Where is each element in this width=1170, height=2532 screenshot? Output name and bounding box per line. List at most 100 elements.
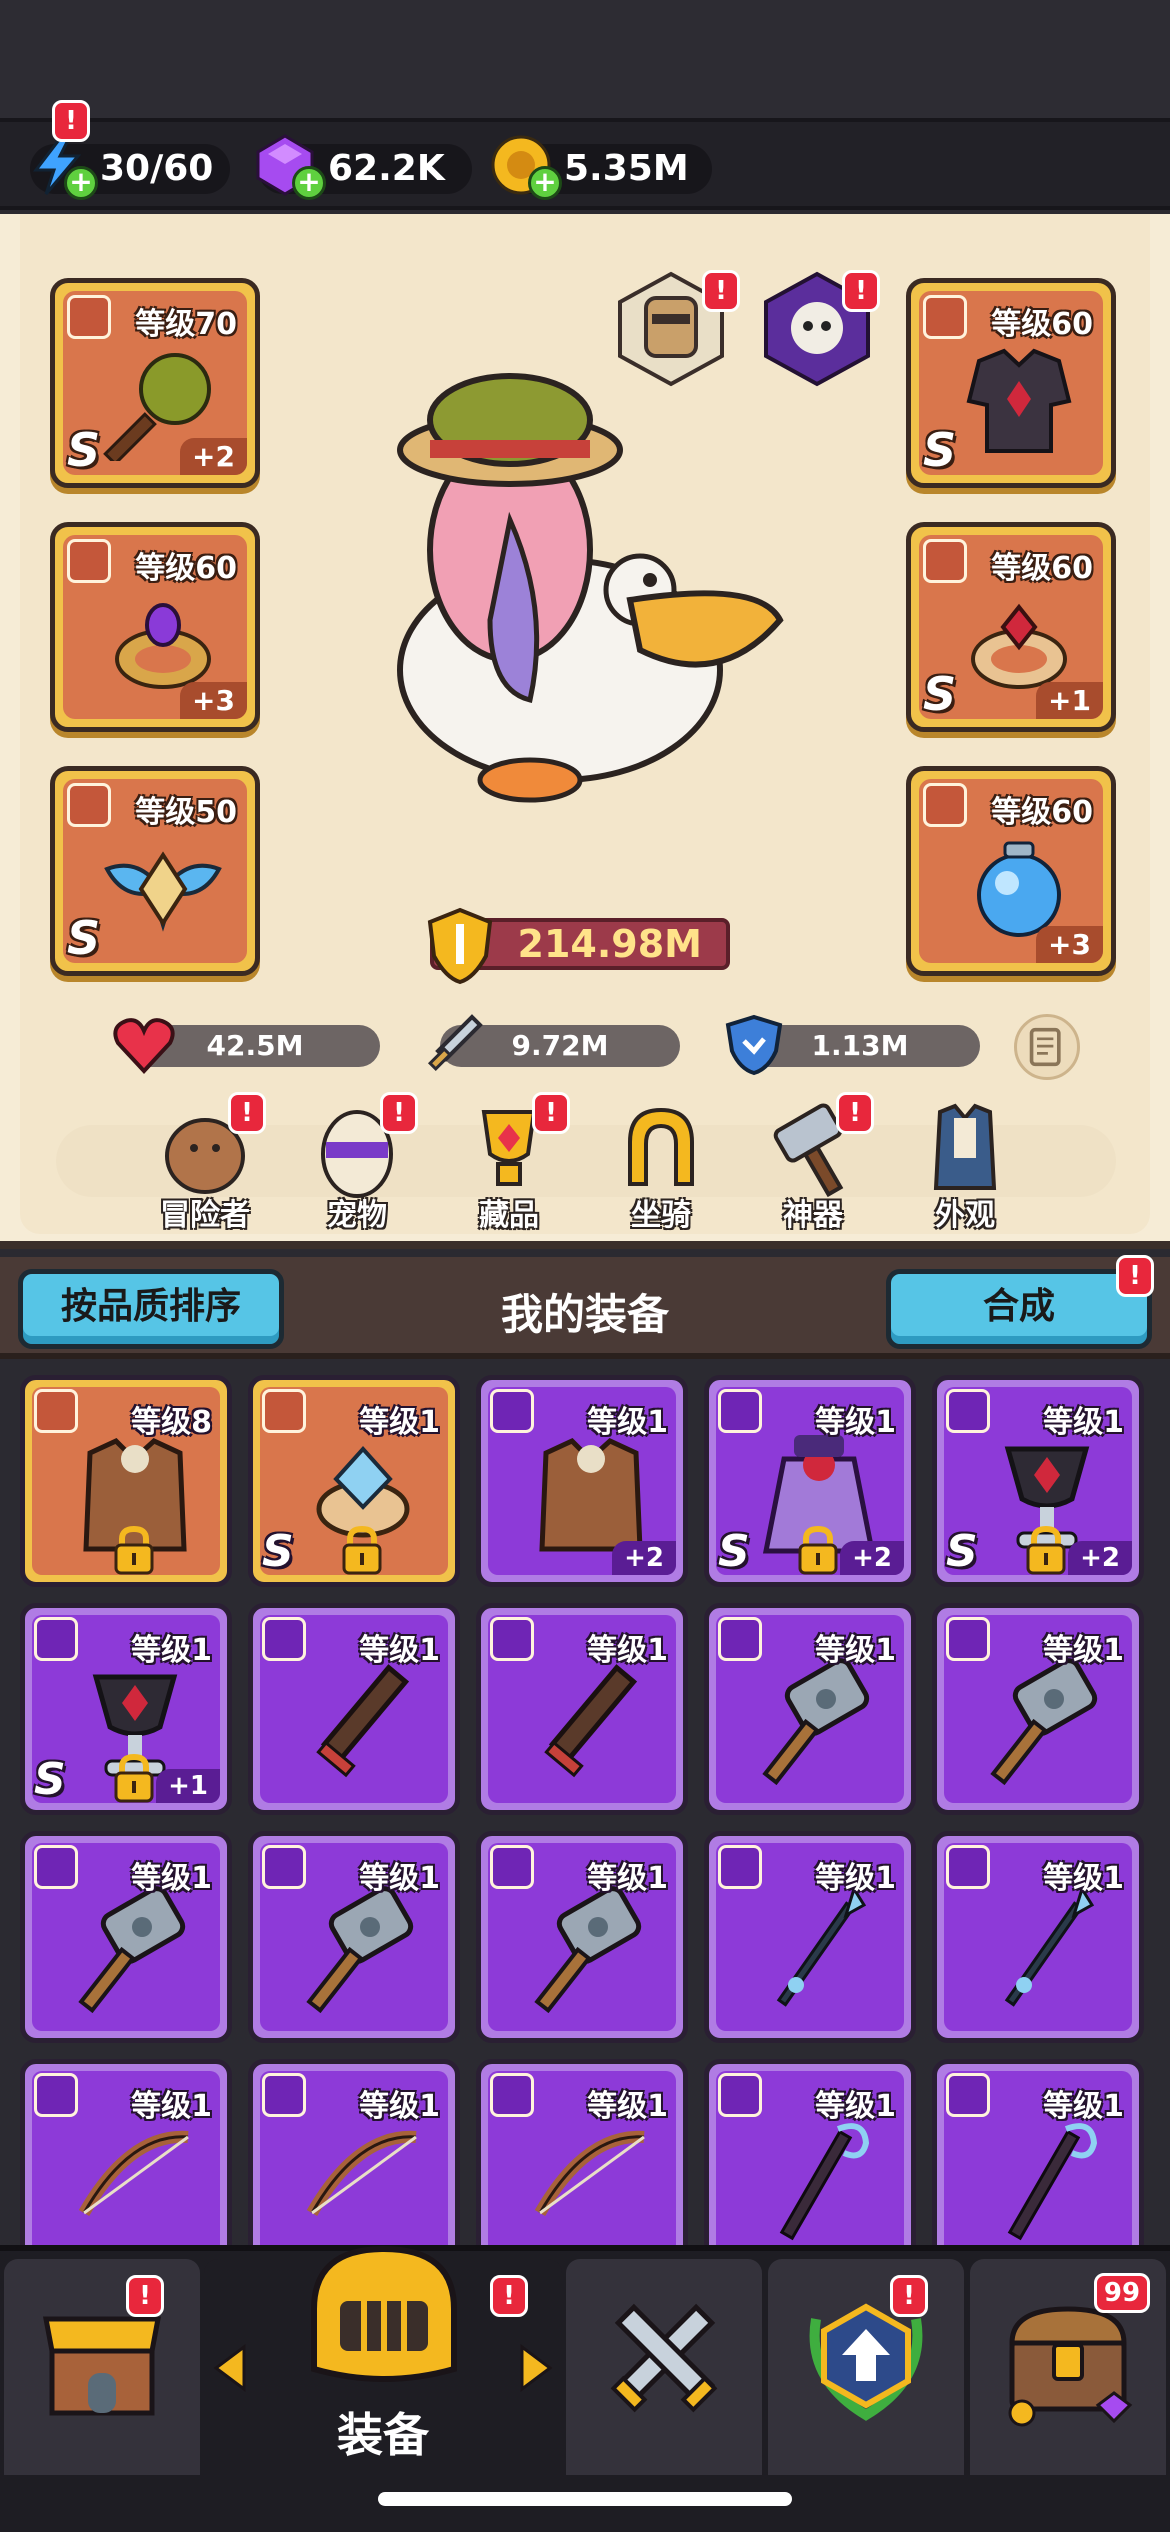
inventory-item[interactable]: 等级1: [704, 1831, 916, 2043]
item-level: 等级1: [587, 1633, 668, 1668]
inventory-item[interactable]: 等级1: [20, 2059, 232, 2250]
item-level: 等级60: [135, 551, 237, 586]
inventory-item[interactable]: 等级1 S: [248, 1375, 460, 1587]
item-level: 等级8: [131, 1405, 212, 1440]
rarity-label: S: [262, 1526, 294, 1575]
item-level: 等级1: [587, 1405, 668, 1440]
energy-counter[interactable]: + ! 30/60 10:41: [30, 100, 230, 239]
equipped-armor-slot[interactable]: 等级60 S: [906, 278, 1116, 488]
item-level: 等级1: [131, 1861, 212, 1896]
sort-by-quality-button[interactable]: 按品质排序: [18, 1269, 284, 1349]
home-indicator[interactable]: [378, 2492, 792, 2506]
bow-icon: [534, 2130, 645, 2216]
lock-icon: [798, 1525, 838, 1575]
inventory-item[interactable]: 等级1: [248, 2059, 460, 2250]
nav-treasure[interactable]: 99: [970, 2259, 1166, 2481]
equipped-ring-slot[interactable]: 等级60 +3: [50, 522, 260, 732]
weapon-slot-icon: [718, 2073, 762, 2117]
equipped-weapon-slot[interactable]: 等级70 S +2: [50, 278, 260, 488]
tab-mount[interactable]: 坐骑: [596, 1098, 726, 1238]
necklace-slot-icon: [34, 1617, 78, 1661]
weapon-slot-icon: [946, 2073, 990, 2117]
inventory-item[interactable]: 等级1: [20, 1831, 232, 2043]
necklace-slot-icon: [946, 1389, 990, 1433]
enhance-level: +1: [156, 1769, 220, 1803]
item-level: 等级60: [991, 795, 1093, 830]
equipped-necklace-slot-2[interactable]: 等级60 +3: [906, 766, 1116, 976]
weapon-slot-icon: [490, 1845, 534, 1889]
spear-icon: [1004, 1885, 1095, 2007]
equipped-ring-slot-2[interactable]: 等级60 S +1: [906, 522, 1116, 732]
inventory-item[interactable]: 等级1 S +2: [932, 1375, 1144, 1587]
inventory-item[interactable]: 等级1: [248, 1603, 460, 1815]
nav-battle[interactable]: [566, 2259, 762, 2481]
add-gem-icon[interactable]: +: [292, 166, 326, 200]
weapon-slot-icon: [718, 1617, 762, 1661]
left-arrow-icon: [213, 2344, 246, 2392]
artifact-alert-badge: !: [836, 1092, 874, 1134]
inventory-item[interactable]: 等级1: [476, 2059, 688, 2250]
enhance-level: +1: [1036, 682, 1103, 719]
weapon-slot-icon: [490, 1617, 534, 1661]
resource-bar: + ! 30/60 10:41 + 62.2K + 5.35M: [0, 100, 1170, 239]
weapon-slot-icon: [946, 1617, 990, 1661]
tab-appearance[interactable]: 外观: [900, 1098, 1030, 1238]
enhance-level: +2: [612, 1541, 676, 1575]
inventory-item[interactable]: 等级1 S +2: [704, 1375, 916, 1587]
inventory-item[interactable]: 等级1: [476, 1603, 688, 1815]
item-level: 等级1: [1043, 1633, 1124, 1668]
ring-slot-icon: [262, 1389, 306, 1433]
inventory-item[interactable]: 等级1 +2: [476, 1375, 688, 1587]
inventory-item[interactable]: 等级1: [476, 1831, 688, 2043]
weapon-slot-icon: [262, 1617, 306, 1661]
hero-pelican-character: [397, 373, 784, 803]
item-level: 等级1: [815, 1861, 896, 1896]
hammer-icon: [78, 1886, 186, 2014]
energy-alert-badge: !: [52, 100, 90, 142]
tab-label: 藏品: [479, 1198, 539, 1233]
enhance-level: +2: [840, 1541, 904, 1575]
add-gold-icon[interactable]: +: [528, 166, 562, 200]
sword-icon: [427, 1014, 483, 1072]
inventory-item[interactable]: 等级1: [932, 2059, 1144, 2250]
add-energy-icon[interactable]: +: [64, 166, 98, 200]
lock-icon: [114, 1753, 154, 1803]
inventory-item[interactable]: 等级8: [20, 1375, 232, 1587]
nav-upgrade[interactable]: !: [768, 2259, 964, 2481]
inventory-item[interactable]: 等级1: [932, 1603, 1144, 1815]
attack-stat: 9.72M: [427, 1014, 680, 1072]
inventory-item[interactable]: 等级1: [704, 2059, 916, 2250]
rarity-label: S: [923, 423, 957, 475]
tab-label: 神器: [783, 1198, 843, 1233]
details-button[interactable]: [1014, 1014, 1080, 1080]
gold-counter[interactable]: + 5.35M: [491, 135, 712, 200]
armor-slot-icon: [490, 1389, 534, 1433]
energy-value: 30/60: [100, 148, 214, 189]
item-level: 等级1: [131, 2089, 212, 2124]
treasure-count-badge: 99: [1094, 2273, 1150, 2313]
inventory-item[interactable]: 等级1: [704, 1603, 916, 1815]
shop-alert-badge: !: [126, 2275, 164, 2317]
weapon-slot-icon: [34, 2073, 78, 2117]
item-level: 等级1: [131, 1633, 212, 1668]
rarity-label: S: [67, 423, 101, 475]
merge-button[interactable]: 合成: [886, 1269, 1152, 1349]
inventory-item[interactable]: 等级1 S +1: [20, 1603, 232, 1815]
inventory-item[interactable]: 等级1: [248, 1831, 460, 2043]
armor-slot-icon: [34, 1389, 78, 1433]
armor-icon: [966, 348, 1072, 453]
equipped-necklace-slot[interactable]: 等级50 S: [50, 766, 260, 976]
hammer-icon: [306, 1886, 414, 2014]
game-screen: + ! 30/60 10:41 + 62.2K + 5.35M: [0, 0, 1170, 2532]
tab-label: 宠物: [327, 1198, 387, 1233]
inventory-item[interactable]: 等级1: [932, 1831, 1144, 2043]
nav-equipment[interactable]: ! 装备: [204, 2245, 562, 2481]
rarity-label: S: [923, 667, 957, 719]
horseshoe-icon: [628, 1107, 694, 1186]
tab-label: 冒险者: [160, 1198, 250, 1233]
combat-power: 214.98M: [427, 907, 730, 985]
gem-counter[interactable]: + 62.2K: [256, 134, 472, 200]
necklace-slot-icon: [67, 783, 111, 827]
item-level: 等级60: [991, 307, 1093, 342]
nav-shop[interactable]: !: [4, 2259, 200, 2481]
